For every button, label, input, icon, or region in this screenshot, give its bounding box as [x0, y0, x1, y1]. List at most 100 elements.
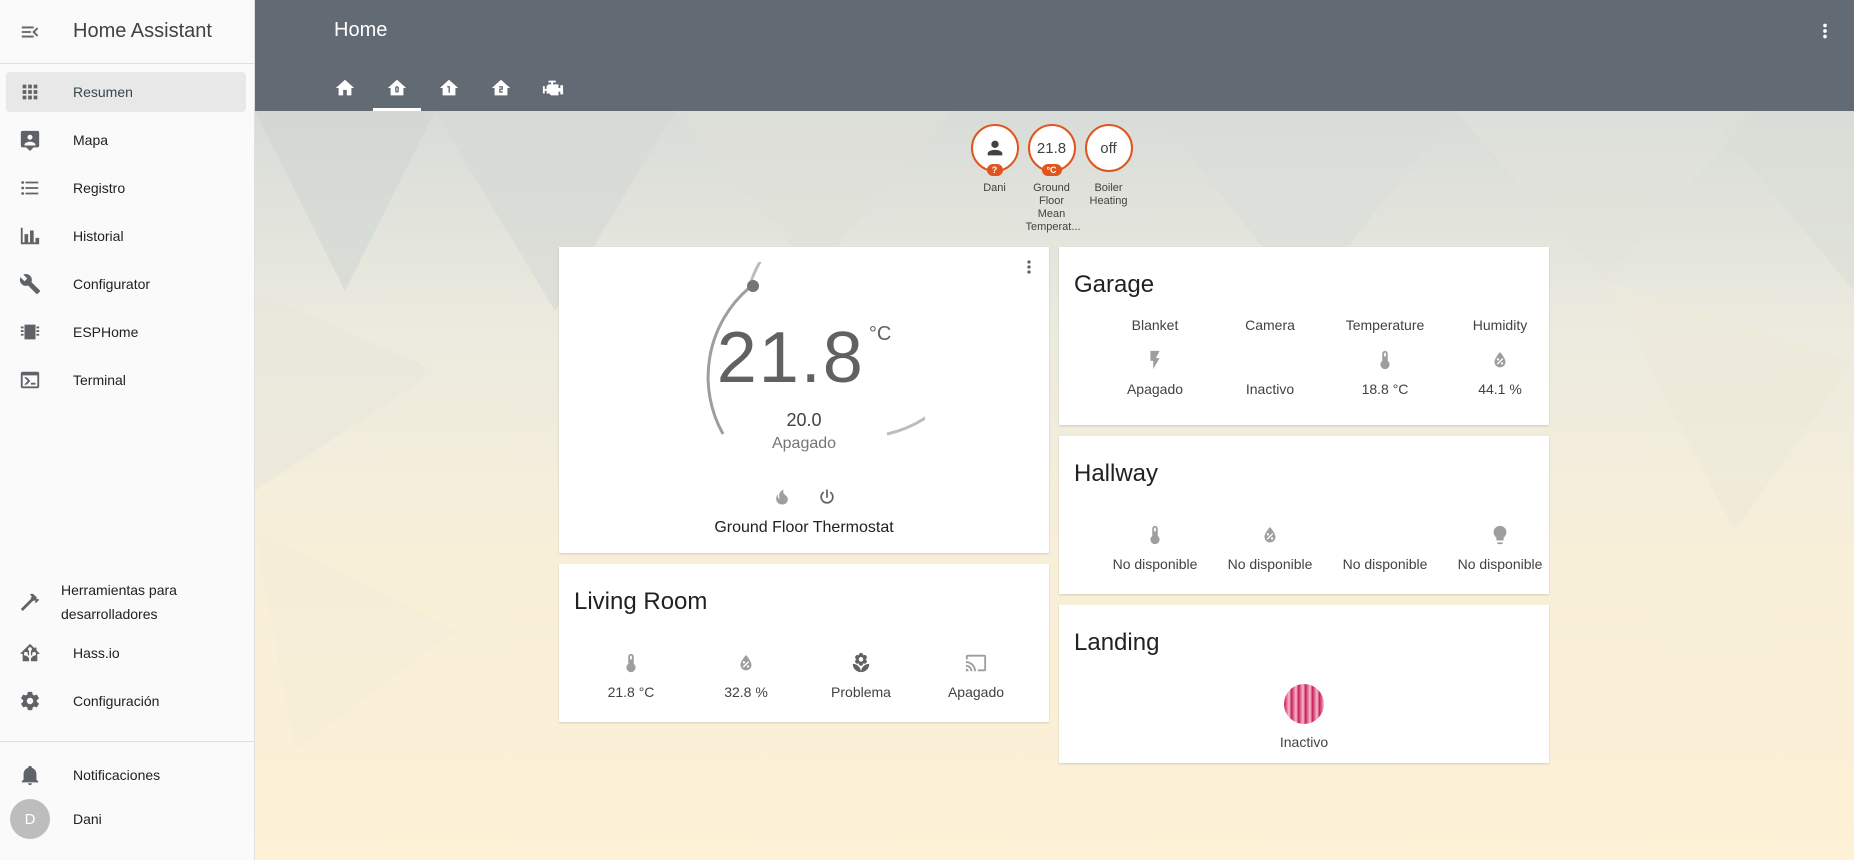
badge-boiler-heating[interactable]: off Boiler Heating	[1084, 124, 1133, 234]
entity-state: Inactivo	[1245, 381, 1295, 397]
entity-humidity[interactable]: Humidity 44.1 %	[1445, 317, 1555, 397]
thermostat-current: 21.8	[716, 318, 865, 398]
badge-label: Boiler Heating	[1089, 182, 1128, 207]
entity-name: Camera	[1245, 317, 1295, 333]
entity-state: Problema	[831, 684, 891, 700]
sidebar-header: Home Assistant	[0, 0, 254, 64]
thermostat-card: 21.8 °C 20.0 Apagado Ground Floor Thermos…	[559, 247, 1049, 553]
tab-floor-0[interactable]	[371, 64, 423, 111]
sidebar-item-terminal[interactable]: Terminal	[6, 360, 246, 400]
sidebar-item-configurator[interactable]: Configurator	[6, 264, 246, 304]
entity-landing-camera[interactable]: Inactivo	[1249, 684, 1359, 750]
hallway-card: Hallway No disponible No disponible No d…	[1059, 436, 1549, 594]
overflow-menu-button[interactable]	[1810, 16, 1840, 46]
home-floor-2-icon	[491, 79, 511, 95]
card-title: Living Room	[574, 588, 708, 615]
badge-circle: ?	[970, 124, 1019, 176]
entity-state: Apagado	[947, 684, 1005, 700]
sidebar-item-label: Configurator	[73, 276, 151, 292]
cast-icon	[965, 654, 987, 672]
entity-living-humidity[interactable]: 32.8 %	[691, 650, 801, 700]
entity-blanket[interactable]: Blanket Apagado	[1100, 317, 1210, 397]
sidebar-item-label: Resumen	[73, 84, 133, 100]
engine-icon	[542, 80, 564, 95]
sidebar-item-configuracion[interactable]: Configuración	[6, 681, 246, 721]
water-percent-icon	[740, 654, 752, 671]
sidebar-item-registro[interactable]: Registro	[6, 168, 246, 208]
home-assistant-icon	[20, 644, 40, 662]
menu-open-icon	[21, 26, 39, 37]
sidebar-item-user[interactable]: D Dani	[6, 799, 246, 839]
sidebar-item-label: Mapa	[73, 132, 109, 148]
badge-value: 21.8	[1036, 139, 1067, 157]
sidebar-item-mapa[interactable]: Mapa	[6, 120, 246, 160]
home-floor-0-icon	[387, 79, 407, 95]
home-floor-1-icon	[439, 79, 459, 95]
entity-state: 32.8 %	[724, 684, 768, 700]
hammer-icon	[20, 593, 40, 611]
tab-floor-2[interactable]	[475, 64, 527, 111]
sidebar-item-label: Terminal	[73, 372, 126, 388]
list-icon	[21, 181, 39, 195]
dots-vertical-icon	[1027, 260, 1031, 274]
badge-circle: 21.8 °C	[1027, 124, 1076, 176]
sidebar-item-label: Hass.io	[73, 645, 120, 661]
avatar: D	[10, 799, 50, 839]
badge-tag: ?	[986, 164, 1003, 176]
badge-dani[interactable]: ? Dani	[970, 124, 1019, 234]
sidebar-item-label: Registro	[73, 180, 126, 196]
tab-engine[interactable]	[527, 64, 579, 111]
sidebar-item-label: ESPHome	[73, 324, 139, 340]
sidebar-item-historial[interactable]: Historial	[6, 216, 246, 256]
thermostat-target: 20.0	[786, 410, 822, 430]
badge-label: Dani	[983, 182, 1006, 194]
thermostat-unit: °C	[868, 323, 892, 345]
entity-state: No disponible	[1112, 556, 1198, 572]
entity-living-cast[interactable]: Apagado	[921, 650, 1031, 700]
entity-living-temperature[interactable]: 21.8 °C	[576, 650, 686, 700]
thermostat-slider-handle[interactable]	[747, 280, 759, 292]
badge-mean-temperature[interactable]: 21.8 °C Ground Floor Mean Temperat...	[1025, 124, 1081, 234]
entity-name: Temperature	[1345, 317, 1425, 333]
sidebar-item-label: Notificaciones	[73, 767, 161, 783]
thermometer-icon	[1150, 525, 1160, 545]
sidebar-item-notificaciones[interactable]: Notificaciones	[6, 755, 246, 795]
card-title: Hallway	[1074, 460, 1159, 487]
sidebar-divider	[0, 741, 255, 742]
person-icon	[987, 140, 1002, 156]
sidebar-item-hassio[interactable]: Hass.io	[6, 633, 246, 673]
sidebar-item-esphome[interactable]: ESPHome	[6, 312, 246, 352]
tab-home[interactable]	[319, 64, 371, 111]
thermostat-mode: Apagado	[771, 435, 837, 452]
entity-state: No disponible	[1342, 556, 1428, 572]
sidebar-item-resumen[interactable]: Resumen	[6, 72, 246, 112]
sidebar-item-developer-tools[interactable]: Herramientas para desarrolladores	[6, 578, 246, 626]
thermostat-more-button[interactable]	[1017, 255, 1041, 279]
view-tabs	[319, 64, 579, 111]
entity-camera[interactable]: Camera Inactivo	[1215, 317, 1325, 397]
water-percent-icon	[1264, 526, 1276, 543]
badge-value: off	[1100, 139, 1117, 157]
menu-toggle-button[interactable]	[0, 0, 60, 64]
camera-thumbnail	[1284, 684, 1324, 724]
bell-icon	[21, 765, 39, 786]
fire-icon[interactable]	[772, 487, 792, 507]
sidebar-item-label: Herramientas para desarrolladores	[61, 582, 177, 622]
power-icon[interactable]	[817, 487, 837, 507]
chip-icon	[20, 324, 40, 340]
flash-icon	[1150, 350, 1160, 370]
badge-label: Ground Floor Mean Temperat...	[1025, 182, 1081, 233]
chart-icon	[20, 227, 40, 245]
entity-hallway-light[interactable]: No disponible	[1425, 522, 1575, 572]
living-room-card: Living Room 21.8 °C 32.8 % Problema Apag…	[559, 564, 1049, 722]
tab-floor-1[interactable]	[423, 64, 475, 111]
sidebar: Home Assistant Resumen Mapa Registro His…	[0, 0, 255, 860]
entity-living-plant[interactable]: Problema	[806, 650, 916, 700]
badge-tag: °C	[1041, 164, 1062, 176]
entity-state: 18.8 °C	[1361, 381, 1409, 397]
landing-card: Landing Inactivo	[1059, 605, 1549, 763]
user-name: Dani	[73, 811, 102, 827]
dots-vertical-icon	[1823, 23, 1827, 39]
garage-card: Garage Blanket Apagado Camera Inactivo T…	[1059, 247, 1549, 425]
entity-temperature[interactable]: Temperature 18.8 °C	[1330, 317, 1440, 397]
